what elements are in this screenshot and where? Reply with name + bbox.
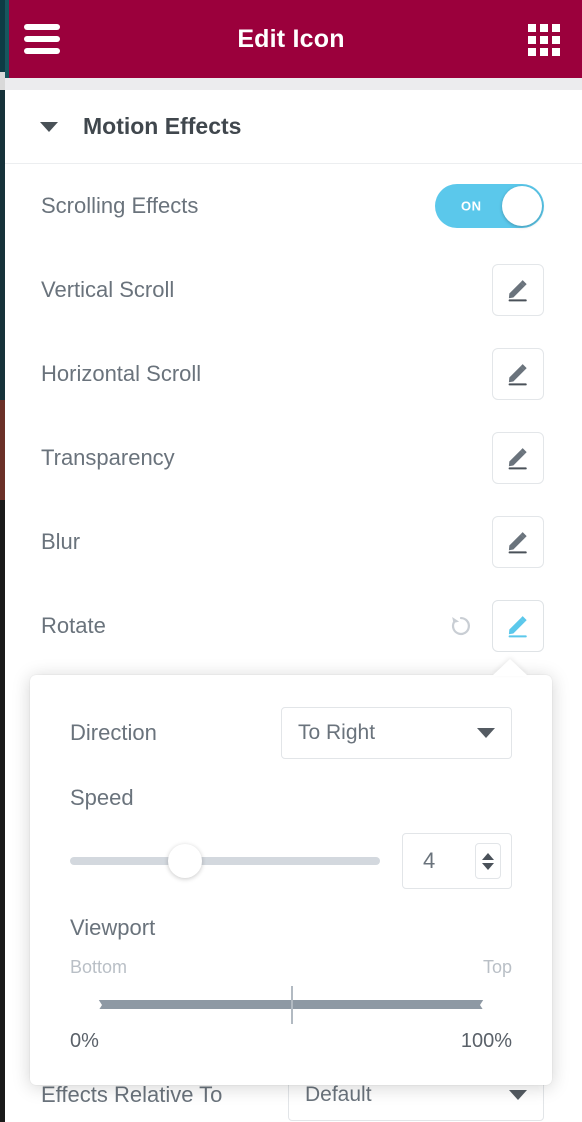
pencil-icon [508, 364, 527, 386]
row-transparency: Transparency [0, 416, 582, 500]
row-label: Rotate [41, 613, 106, 638]
row-label: Vertical Scroll [41, 277, 175, 302]
speed-number-input[interactable]: 4 [402, 833, 512, 889]
settings-rows: Scrolling Effects ON Vertical Scroll Hor… [0, 164, 582, 668]
viewport-handle-start[interactable] [70, 986, 102, 1024]
viewport-scale-end: Top [482, 957, 512, 977]
viewport-label: Viewport [70, 915, 156, 940]
speed-slider[interactable] [70, 844, 380, 878]
reset-icon [451, 616, 470, 636]
field-direction: Direction To Right [70, 707, 512, 759]
speed-slider-thumb[interactable] [167, 844, 202, 878]
speed-label: Speed [70, 785, 134, 810]
pencil-icon [508, 532, 527, 554]
row-blur: Blur [0, 500, 582, 584]
section-header-motion-effects[interactable]: Motion Effects [0, 90, 582, 164]
direction-select[interactable]: To Right [281, 707, 512, 759]
speed-value: 4 [423, 848, 436, 873]
chevron-down-icon[interactable] [482, 862, 494, 870]
select-value: To Right [298, 721, 376, 744]
row-horizontal-scroll: Horizontal Scroll [0, 332, 582, 416]
row-label: Effects Relative To [41, 1082, 223, 1107]
edit-horizontal-scroll-button[interactable] [492, 348, 544, 400]
viewport-value-start: 0% [70, 1030, 99, 1052]
row-control [444, 600, 544, 652]
speed-slider-track [70, 857, 380, 865]
row-control [492, 432, 544, 484]
row-control [492, 264, 544, 316]
row-label: Transparency [41, 445, 175, 470]
row-label: Blur [41, 529, 81, 554]
chevron-down-icon [509, 1090, 527, 1100]
field-label: Direction [70, 720, 157, 745]
left-edge-accent [5, 0, 9, 78]
grid-cell [552, 36, 560, 44]
viewport-scale-start: Bottom [70, 957, 128, 977]
toggle-state-label: ON [461, 198, 482, 214]
viewport-scale-labels: Bottom Top [70, 957, 512, 978]
edit-vertical-scroll-button[interactable] [492, 264, 544, 316]
app-root: Edit Icon Motion Effects Scrolling Effec… [0, 0, 582, 1122]
edit-transparency-button[interactable] [492, 432, 544, 484]
row-scrolling-effects: Scrolling Effects ON [0, 164, 582, 248]
grid-cell [552, 48, 560, 56]
grid-cell [540, 24, 548, 32]
chevron-down-icon[interactable] [40, 121, 58, 132]
app-header: Edit Icon [0, 0, 582, 78]
rotate-settings-popup: Direction To Right Speed 4 Viewport Bott… [30, 659, 552, 1085]
pencil-icon [508, 448, 527, 470]
speed-stepper[interactable] [475, 843, 501, 879]
grid-cell [528, 36, 536, 44]
viewport-values: 0% 100% [70, 1030, 512, 1053]
grid-cell [528, 24, 536, 32]
reset-rotate-button[interactable] [444, 609, 478, 643]
grid-cell [540, 36, 548, 44]
toggle-knob [502, 186, 542, 226]
viewport-range-slider[interactable] [70, 982, 512, 1028]
row-control [492, 516, 544, 568]
popup-pointer-arrow [492, 659, 528, 676]
viewport-value-end: 100% [460, 1030, 512, 1052]
row-vertical-scroll: Vertical Scroll [0, 248, 582, 332]
popup-content: Direction To Right Speed 4 Viewport Bott… [30, 675, 552, 1053]
page-title: Edit Icon [237, 24, 345, 53]
scrolling-effects-toggle[interactable]: ON [435, 184, 544, 228]
chevron-down-icon [477, 728, 495, 738]
speed-control: 4 [70, 833, 512, 889]
row-rotate: Rotate [0, 584, 582, 668]
edit-blur-button[interactable] [492, 516, 544, 568]
row-control [492, 348, 544, 400]
section-title: Motion Effects [83, 113, 242, 139]
row-label: Horizontal Scroll [41, 361, 202, 386]
header-divider [0, 78, 582, 90]
row-label: Scrolling Effects [41, 193, 199, 218]
pencil-icon [508, 280, 527, 302]
chevron-up-icon[interactable] [482, 852, 494, 860]
left-edge-strip [0, 0, 5, 1122]
grid-cell [528, 48, 536, 56]
row-control: ON [435, 184, 544, 228]
grid-cell [540, 48, 548, 56]
apps-grid-icon[interactable] [528, 24, 560, 56]
pencil-icon [508, 616, 527, 638]
grid-cell [552, 24, 560, 32]
viewport-center-tick [291, 986, 293, 1024]
viewport-handle-end[interactable] [480, 986, 512, 1024]
select-value: Default [305, 1083, 372, 1106]
edit-rotate-button[interactable] [492, 600, 544, 652]
